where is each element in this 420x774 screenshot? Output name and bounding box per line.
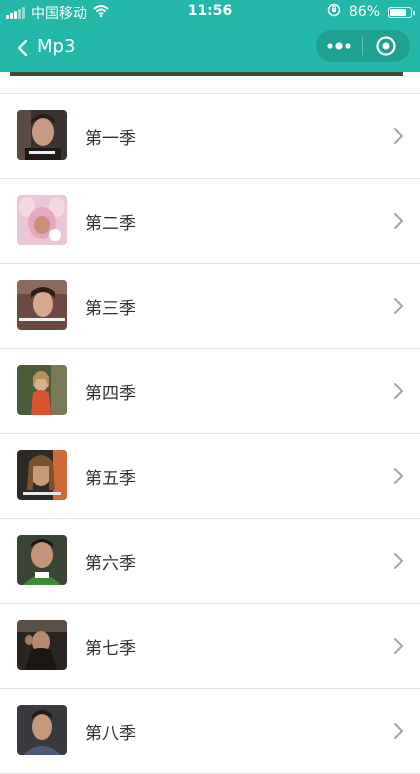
battery-percent: 86% bbox=[348, 4, 380, 20]
season-item[interactable]: 第七季 bbox=[0, 604, 420, 689]
season-thumbnail bbox=[17, 450, 67, 500]
season-thumbnail bbox=[17, 195, 67, 245]
season-label: 第六季 bbox=[85, 554, 136, 574]
chevron-right-icon bbox=[394, 383, 403, 399]
season-label: 第一季 bbox=[85, 129, 136, 149]
battery-fill bbox=[390, 8, 407, 16]
chevron-right-icon bbox=[394, 723, 403, 739]
chevron-left-icon bbox=[17, 39, 28, 57]
season-label: 第八季 bbox=[85, 724, 136, 744]
season-item[interactable]: 第四季 bbox=[0, 349, 420, 434]
battery-icon bbox=[388, 6, 415, 18]
chevron-right-icon bbox=[394, 298, 403, 314]
back-button[interactable] bbox=[10, 34, 34, 62]
rotation-lock-icon bbox=[327, 3, 341, 21]
close-miniprogram-button[interactable] bbox=[363, 30, 409, 62]
season-item[interactable]: 第三季 bbox=[0, 264, 420, 349]
banner-image-edge bbox=[10, 72, 403, 76]
season-item[interactable]: 第一季 bbox=[0, 94, 420, 179]
chevron-right-icon bbox=[394, 638, 403, 654]
chevron-right-icon bbox=[394, 128, 403, 144]
season-thumbnail bbox=[17, 620, 67, 670]
chevron-right-icon bbox=[394, 468, 403, 484]
nav-bar: Mp3 bbox=[0, 24, 420, 72]
season-list: 第一季 第二季 第三季 第四季 第五季 第六季 第七季 第八季 bbox=[0, 93, 420, 774]
season-thumbnail bbox=[17, 705, 67, 755]
page-title: Mp3 bbox=[37, 36, 76, 57]
season-label: 第五季 bbox=[85, 469, 136, 489]
season-item[interactable]: 第六季 bbox=[0, 519, 420, 604]
season-thumbnail bbox=[17, 535, 67, 585]
season-label: 第二季 bbox=[85, 214, 136, 234]
season-item[interactable]: 第二季 bbox=[0, 179, 420, 264]
chevron-right-icon bbox=[394, 553, 403, 569]
season-item[interactable]: 第八季 bbox=[0, 689, 420, 774]
season-thumbnail bbox=[17, 365, 67, 415]
season-label: 第四季 bbox=[85, 384, 136, 404]
status-bar: 中国移动 11:56 86% bbox=[0, 0, 420, 24]
season-item[interactable]: 第五季 bbox=[0, 434, 420, 519]
more-dots-icon bbox=[327, 42, 351, 50]
season-label: 第三季 bbox=[85, 299, 136, 319]
miniprogram-capsule bbox=[316, 30, 410, 62]
chevron-right-icon bbox=[394, 213, 403, 229]
season-label: 第七季 bbox=[85, 639, 136, 659]
season-thumbnail bbox=[17, 110, 67, 160]
more-button[interactable] bbox=[316, 30, 362, 62]
season-thumbnail bbox=[17, 280, 67, 330]
target-close-icon bbox=[376, 36, 396, 56]
status-bar-right: 86% bbox=[327, 3, 415, 21]
